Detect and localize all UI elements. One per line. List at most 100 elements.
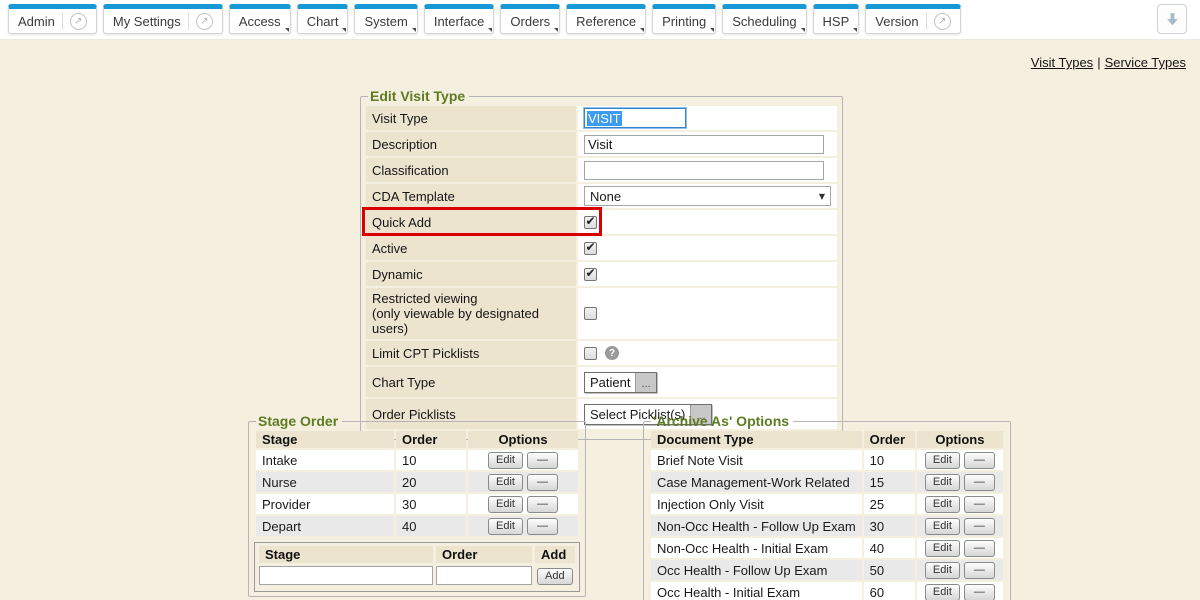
dynamic-checkbox[interactable]: ✔ — [584, 268, 597, 281]
col-header-document-type: Document Type — [651, 431, 862, 448]
remove-button[interactable]: — — [964, 452, 995, 469]
cda-template-select[interactable]: None ▼ — [584, 186, 831, 206]
edit-button[interactable]: Edit — [925, 452, 960, 469]
tab-label: Chart — [307, 14, 339, 29]
visit-type-input[interactable]: VISIT — [584, 108, 686, 128]
tab-hsp[interactable]: HSP — [813, 4, 860, 34]
scroll-down-button[interactable] — [1157, 4, 1187, 34]
document-type-cell: Occ Health - Follow Up Exam — [651, 560, 862, 580]
table-row: Brief Note Visit 10 Edit— — [651, 450, 1003, 470]
edit-button[interactable]: Edit — [925, 540, 960, 557]
help-icon[interactable]: ? — [605, 346, 619, 360]
external-link-icon[interactable]: ↗ — [196, 13, 213, 30]
edit-button[interactable]: Edit — [488, 474, 523, 491]
link-separator: | — [1097, 55, 1100, 70]
edit-button[interactable]: Edit — [488, 452, 523, 469]
visit-type-label: Visit Type — [366, 106, 576, 130]
top-navbar: Admin ↗ My Settings ↗ Access Chart Syste… — [0, 0, 1200, 40]
order-cell: 30 — [864, 516, 915, 536]
edit-button[interactable]: Edit — [925, 496, 960, 513]
edit-visit-type-fieldset: Edit Visit Type Visit Type VISIT Descrip… — [360, 88, 843, 440]
tab-label: Orders — [510, 14, 550, 29]
add-stage-box: Stage Order Add Add — [254, 542, 580, 592]
table-row: Case Management-Work Related 15 Edit— — [651, 472, 1003, 492]
tab-system[interactable]: System — [354, 4, 417, 34]
remove-button[interactable]: — — [527, 452, 558, 469]
browse-ellipsis-icon[interactable]: ... — [635, 373, 655, 392]
edit-button[interactable]: Edit — [488, 496, 523, 513]
link-service-types[interactable]: Service Types — [1105, 55, 1186, 70]
remove-button[interactable]: — — [964, 562, 995, 579]
new-order-input[interactable] — [436, 566, 532, 585]
limit-cpt-picklists-checkbox[interactable]: ✔ — [584, 347, 597, 360]
new-stage-input[interactable] — [259, 566, 433, 585]
classification-row: Classification — [366, 158, 837, 182]
tab-access[interactable]: Access — [229, 4, 291, 34]
arrow-glyph: ↗ — [200, 16, 208, 27]
remove-button[interactable]: — — [527, 518, 558, 535]
remove-button[interactable]: — — [527, 496, 558, 513]
edit-button[interactable]: Edit — [925, 518, 960, 535]
remove-button[interactable]: — — [964, 540, 995, 557]
stage-cell: Provider — [256, 494, 394, 514]
restricted-viewing-checkbox[interactable]: ✔ — [584, 307, 597, 320]
description-input[interactable] — [584, 135, 824, 154]
document-type-cell: Brief Note Visit — [651, 450, 862, 470]
tab-version[interactable]: Version ↗ — [865, 4, 960, 34]
arrow-glyph: ↗ — [938, 16, 946, 27]
edit-button[interactable]: Edit — [925, 474, 960, 491]
chart-type-label: Chart Type — [366, 367, 576, 397]
tab-divider — [926, 13, 927, 30]
table-row: Provider 30 Edit— — [256, 494, 578, 514]
tab-reference[interactable]: Reference — [566, 4, 646, 34]
external-link-icon[interactable]: ↗ — [934, 13, 951, 30]
quick-add-checkbox[interactable]: ✔ — [584, 216, 597, 229]
edit-button[interactable]: Edit — [925, 584, 960, 600]
classification-label: Classification — [366, 158, 576, 182]
nav-tabs: Admin ↗ My Settings ↗ Access Chart Syste… — [8, 4, 961, 34]
edit-visit-type-legend: Edit Visit Type — [368, 88, 469, 104]
tab-label: My Settings — [113, 14, 181, 29]
link-visit-types[interactable]: Visit Types — [1031, 55, 1093, 70]
order-cell: 40 — [864, 538, 915, 558]
remove-button[interactable]: — — [527, 474, 558, 491]
chart-type-value: Patient — [585, 373, 635, 392]
classification-input[interactable] — [584, 161, 824, 180]
edit-button[interactable]: Edit — [925, 562, 960, 579]
tab-admin[interactable]: Admin ↗ — [8, 4, 97, 34]
active-checkbox[interactable]: ✔ — [584, 242, 597, 255]
remove-button[interactable]: — — [964, 584, 995, 600]
order-cell: 60 — [864, 582, 915, 600]
cda-template-label: CDA Template — [366, 184, 576, 208]
check-icon: ✔ — [585, 214, 595, 228]
stage-cell: Nurse — [256, 472, 394, 492]
remove-button[interactable]: — — [964, 474, 995, 491]
order-cell: 15 — [864, 472, 915, 492]
order-cell: 25 — [864, 494, 915, 514]
tab-scheduling[interactable]: Scheduling — [722, 4, 806, 34]
description-row: Description — [366, 132, 837, 156]
add-button[interactable]: Add — [537, 568, 573, 585]
tab-label: Access — [239, 14, 281, 29]
remove-button[interactable]: — — [964, 518, 995, 535]
document-type-cell: Non-Occ Health - Follow Up Exam — [651, 516, 862, 536]
restricted-viewing-sublabel: (only viewable by designated users) — [372, 306, 570, 336]
tab-orders[interactable]: Orders — [500, 4, 560, 34]
col-header-options: Options — [468, 431, 578, 448]
document-type-cell: Non-Occ Health - Initial Exam — [651, 538, 862, 558]
tab-my-settings[interactable]: My Settings ↗ — [103, 4, 223, 34]
tab-interface[interactable]: Interface — [424, 4, 495, 34]
tab-chart[interactable]: Chart — [297, 4, 349, 34]
order-cell: 10 — [864, 450, 915, 470]
external-link-icon[interactable]: ↗ — [70, 13, 87, 30]
table-row: Non-Occ Health - Follow Up Exam 30 Edit— — [651, 516, 1003, 536]
tab-printing[interactable]: Printing — [652, 4, 716, 34]
remove-button[interactable]: — — [964, 496, 995, 513]
table-row: Injection Only Visit 25 Edit— — [651, 494, 1003, 514]
stage-order-legend: Stage Order — [256, 413, 342, 429]
edit-button[interactable]: Edit — [488, 518, 523, 535]
tab-divider — [188, 13, 189, 30]
chart-type-button[interactable]: Patient ... — [584, 372, 657, 393]
cda-template-row: CDA Template None ▼ — [366, 184, 837, 208]
table-row: Intake 10 Edit— — [256, 450, 578, 470]
